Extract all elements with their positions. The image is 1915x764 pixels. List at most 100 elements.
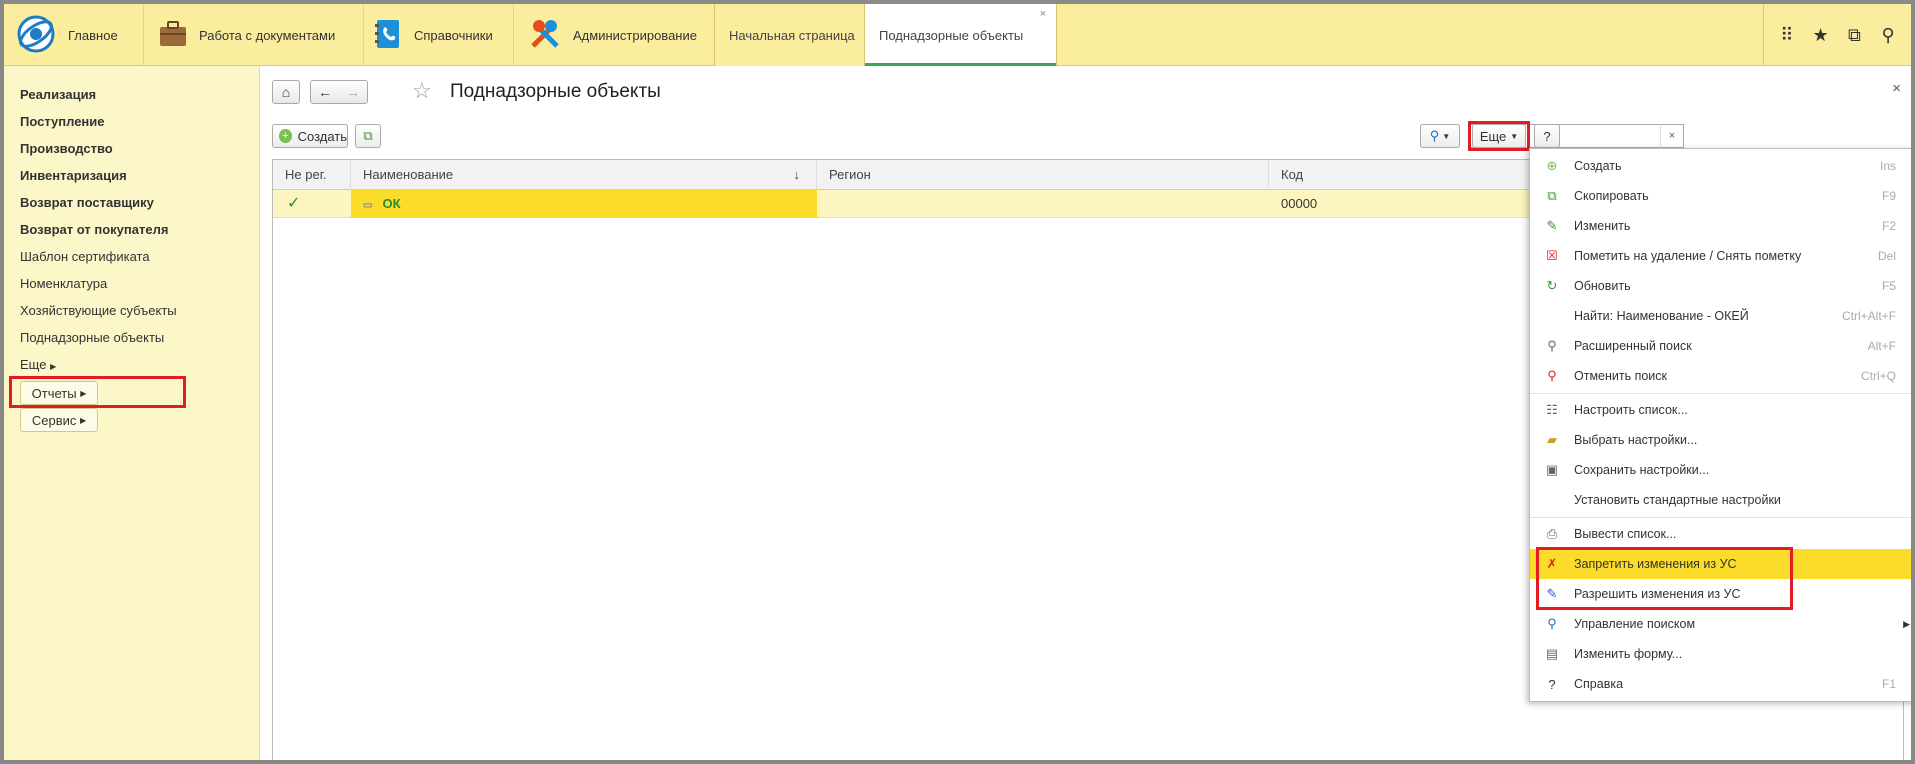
menu-item-save-settings[interactable]: ▣ Сохранить настройки... [1530, 455, 1911, 485]
menu-item-find[interactable]: Найти: Наименование - ОКЕЙ Ctrl+Alt+F [1530, 301, 1911, 331]
menu-shortcut: Ctrl+Alt+F [1841, 309, 1896, 323]
top-bar: Главное Работа с документами Справочники… [4, 4, 1911, 66]
cell-code: 00000 [1281, 196, 1318, 211]
menu-label: Расширенный поиск [1574, 339, 1692, 353]
menu-item-choose-settings[interactable]: ▰ Выбрать настройки... [1530, 425, 1911, 455]
section-admin[interactable]: Администрирование [514, 4, 714, 66]
sidebar-item-supervised-objects[interactable]: Поднадзорные объекты [20, 330, 164, 345]
menu-item-default-settings[interactable]: Установить стандартные настройки [1530, 485, 1911, 515]
sidebar-item-entities[interactable]: Хозяйствующие субъекты [20, 303, 177, 318]
section-documents[interactable]: Работа с документами [144, 4, 364, 66]
service-button[interactable]: Сервис ▶ [20, 408, 98, 432]
ref-label: Справочники [414, 27, 493, 43]
clear-search-icon[interactable]: × [1660, 124, 1684, 148]
reports-label: Отчеты [31, 385, 77, 401]
home-label: Главное [68, 27, 118, 43]
magnifier-icon: ⚲ [1429, 128, 1440, 143]
tab-close-icon[interactable]: × [1040, 8, 1046, 20]
menu-separator [1530, 393, 1911, 394]
menu-shortcut: F5 [1881, 279, 1896, 293]
menu-label: Пометить на удаление / Снять пометку [1574, 249, 1802, 263]
menu-item-search-control[interactable]: ⚲ Управление поиском ▶ [1530, 609, 1911, 639]
apps-grid-icon[interactable]: ⠿ [1773, 25, 1801, 46]
favorite-star-icon[interactable]: ☆ [412, 78, 432, 104]
back-arrow-icon[interactable]: ← [318, 84, 332, 100]
menu-item-configure-list[interactable]: ☷ Настроить список... [1530, 395, 1911, 425]
search-button[interactable]: ⚲ ▼ [1420, 124, 1460, 148]
tab-start-page[interactable]: Начальная страница [714, 4, 864, 66]
refresh-icon: ↻ [1546, 278, 1558, 293]
sidebar-item-sales[interactable]: Реализация [20, 87, 96, 102]
highlight-more-frame [1468, 121, 1530, 151]
section-home[interactable]: Главное [4, 4, 144, 66]
col-region[interactable]: Регион [817, 160, 1269, 190]
sidebar-item-nomenclature[interactable]: Номенклатура [20, 276, 107, 291]
menu-label: Выбрать настройки... [1574, 433, 1698, 447]
menu-item-output-list[interactable]: ⎙ Вывести список... [1530, 519, 1911, 549]
form-icon: ▤ [1545, 646, 1559, 661]
favorites-star-icon[interactable]: ★ [1807, 25, 1835, 46]
menu-item-mark-delete[interactable]: ☒ Пометить на удаление / Снять пометку Del [1530, 241, 1911, 271]
nav-buttons: ← → [310, 80, 368, 104]
menu-item-create[interactable]: ⊕ Создать Ins [1530, 151, 1911, 181]
menu-shortcut: Ins [1879, 159, 1896, 173]
help-icon: ? [1548, 676, 1556, 692]
page-title: Поднадзорные объекты [450, 81, 661, 102]
briefcase-icon [159, 20, 187, 50]
home-button[interactable]: ⌂ [272, 80, 300, 104]
help-button[interactable]: ? [1534, 124, 1560, 148]
dropdown-arrow-icon: ▼ [1442, 131, 1451, 141]
col-name[interactable]: Наименование ↓ [351, 160, 817, 190]
menu-label: Отменить поиск [1574, 369, 1668, 383]
sidebar-item-certificate-template[interactable]: Шаблон сертификата [20, 249, 150, 264]
tools-icon [529, 18, 561, 53]
create-button[interactable]: + Создать [272, 124, 348, 148]
create-label: Создать [297, 128, 347, 144]
menu-item-edit[interactable]: ✎ Изменить F2 [1530, 211, 1911, 241]
home-icon: ⌂ [281, 84, 291, 100]
menu-item-change-form[interactable]: ▤ Изменить форму... [1530, 639, 1911, 669]
menu-item-help[interactable]: ? Справка F1 [1530, 669, 1911, 699]
plus-circle-icon: + [279, 129, 292, 143]
sort-down-icon: ↓ [793, 167, 801, 182]
more-dropdown-menu: ⊕ Создать Ins ⧉ Скопировать F9 ✎ Изменить F2 ☒… [1529, 148, 1911, 702]
magnifier-icon: ⚲ [1547, 338, 1557, 353]
col-code[interactable]: Код [1269, 160, 1329, 190]
sidebar-item-return-customer[interactable]: Возврат от покупателя [20, 222, 168, 237]
admin-label: Администрирование [573, 27, 697, 43]
history-icon[interactable]: ⧉ [1840, 25, 1868, 46]
menu-item-refresh[interactable]: ↻ Обновить F5 [1530, 271, 1911, 301]
triangle-right-icon: ▶ [80, 388, 87, 398]
search-icon[interactable]: ⚲ [1874, 25, 1902, 46]
sidebar-item-inventory[interactable]: Инвентаризация [20, 168, 127, 183]
tab-supervised-objects[interactable]: Поднадзорные объекты × [864, 4, 1057, 66]
menu-label: Скопировать [1574, 189, 1649, 203]
registered-check-icon: ✓ [287, 195, 301, 212]
menu-item-advanced-search[interactable]: ⚲ Расширенный поиск Alt+F [1530, 331, 1911, 361]
service-label: Сервис [31, 412, 77, 428]
tab-start-label: Начальная страница [729, 27, 855, 43]
phonebook-icon [374, 19, 402, 52]
reports-button[interactable]: Отчеты ▶ [20, 381, 98, 405]
item-marker-icon: ▭ [363, 200, 373, 211]
menu-item-cancel-search[interactable]: ⚲ Отменить поиск Ctrl+Q [1530, 361, 1911, 391]
menu-shortcut: F1 [1881, 677, 1896, 691]
cell-region [817, 190, 1269, 218]
copy-button[interactable]: ⧉ [355, 124, 381, 148]
list-settings-icon: ☷ [1546, 402, 1558, 417]
sidebar-item-production[interactable]: Производство [20, 141, 113, 156]
sidebar-item-receipts[interactable]: Поступление [20, 114, 105, 129]
section-reference[interactable]: Справочники [364, 4, 514, 66]
menu-item-copy[interactable]: ⧉ Скопировать F9 [1530, 181, 1911, 211]
forward-arrow-icon[interactable]: → [346, 84, 360, 100]
col-not-registered[interactable]: Не рег. [273, 160, 351, 190]
more-label: Еще [20, 357, 47, 372]
logo-icon [16, 14, 56, 57]
menu-label: Справка [1574, 677, 1624, 691]
sidebar-item-more[interactable]: Еще ▶ [20, 357, 56, 372]
close-form-icon[interactable]: × [1892, 80, 1901, 97]
sidebar-item-return-supplier[interactable]: Возврат поставщику [20, 195, 154, 210]
plus-circle-icon: ⊕ [1546, 158, 1558, 173]
menu-label: Сохранить настройки... [1574, 463, 1710, 477]
menu-shortcut: F2 [1881, 219, 1896, 233]
